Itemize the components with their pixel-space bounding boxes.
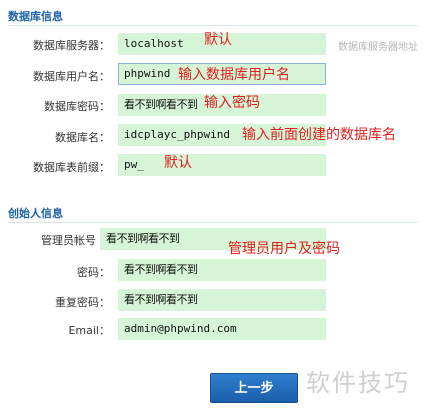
admin-password-value: 看不到啊看不到 <box>124 263 198 276</box>
admin-account-label: 管理员帐号 <box>41 234 96 247</box>
db-user-note: 输入数据库用户名 <box>178 67 290 83</box>
admin-email-label: Email： <box>68 324 110 337</box>
db-prefix-note: 默认 <box>164 155 192 171</box>
section-divider <box>8 222 418 223</box>
db-password-value: 看不到啊看不到 <box>124 98 198 111</box>
next-step-button[interactable]: 上一步 <box>210 373 298 403</box>
admin-repeat-password-value: 看不到啊看不到 <box>124 293 198 306</box>
admin-repeat-password-input[interactable]: 看不到啊看不到 <box>118 289 326 311</box>
admin-password-label: 密码： <box>77 266 110 279</box>
db-prefix-input[interactable]: pw_ <box>118 154 326 176</box>
db-name-note: 输入前面创建的数据库名 <box>242 127 396 143</box>
db-prefix-label: 数据库表前缀： <box>33 161 110 174</box>
db-password-label: 数据库密码： <box>44 100 110 113</box>
db-user-label: 数据库用户名： <box>33 70 110 83</box>
db-server-hint: 数据库服务器地址 <box>338 42 418 53</box>
admin-email-input[interactable]: admin@phpwind.com <box>118 318 326 340</box>
admin-account-value: 看不到啊看不到 <box>106 232 180 245</box>
founder-section-title: 创始人信息 <box>8 207 63 220</box>
db-server-label: 数据库服务器： <box>33 39 110 52</box>
db-password-note: 输入密码 <box>204 95 260 111</box>
founder-note: 管理员用户及密码 <box>228 241 340 257</box>
section-divider <box>8 25 418 26</box>
db-name-label: 数据库名： <box>55 131 110 144</box>
admin-password-input[interactable]: 看不到啊看不到 <box>118 259 326 281</box>
admin-repeat-password-label: 重复密码： <box>55 296 110 309</box>
db-server-note: 默认 <box>204 32 232 48</box>
watermark: 软件技巧 <box>306 369 410 397</box>
database-section-title: 数据库信息 <box>8 10 63 23</box>
